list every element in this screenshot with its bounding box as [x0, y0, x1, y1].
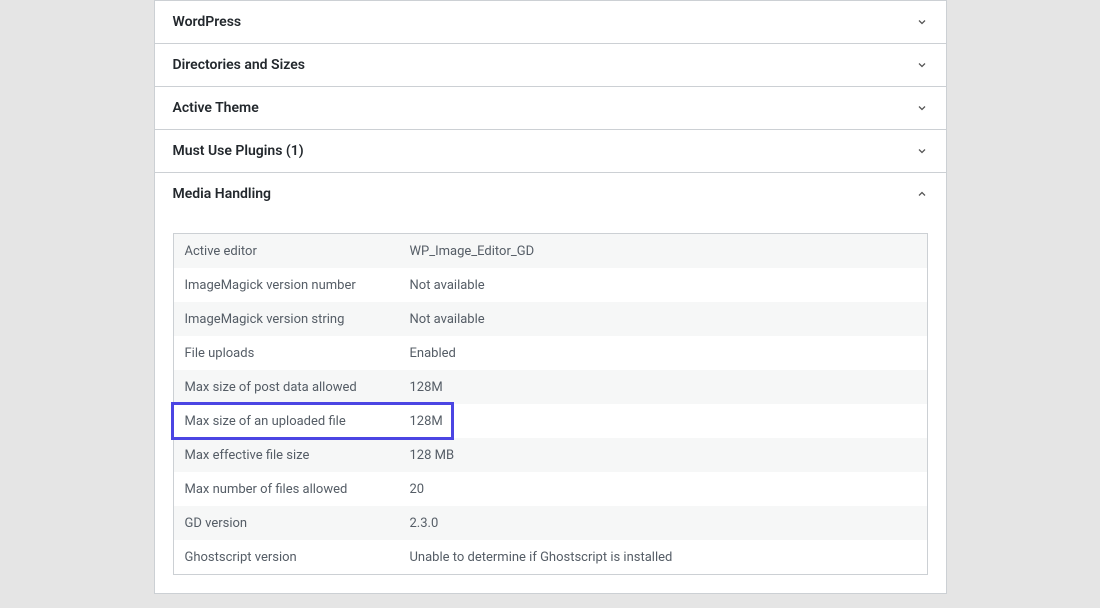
row-value: Not available — [410, 278, 916, 293]
table-row: Max effective file size 128 MB — [174, 438, 927, 472]
panel-header-wordpress[interactable]: WordPress — [155, 1, 946, 43]
row-value: 20 — [410, 482, 916, 497]
row-label: ImageMagick version string — [185, 312, 410, 327]
chevron-down-icon — [916, 59, 928, 71]
chevron-down-icon — [916, 16, 928, 28]
row-value: Enabled — [410, 346, 916, 361]
row-value: 128M — [410, 380, 916, 395]
panel-directories: Directories and Sizes — [155, 44, 946, 87]
panel-title: Media Handling — [173, 186, 272, 202]
table-row: Max number of files allowed 20 — [174, 472, 927, 506]
site-health-info: WordPress Directories and Sizes Active T… — [154, 0, 947, 594]
table-row: ImageMagick version number Not available — [174, 268, 927, 302]
row-label: ImageMagick version number — [185, 278, 410, 293]
row-label: Max size of post data allowed — [185, 380, 410, 395]
panel-header-media-handling[interactable]: Media Handling — [155, 173, 946, 215]
row-label: Max effective file size — [185, 448, 410, 463]
row-label: Active editor — [185, 244, 410, 259]
row-label: Max size of an uploaded file — [185, 414, 410, 429]
panel-title: Active Theme — [173, 100, 259, 116]
table-row: Max size of post data allowed 128M — [174, 370, 927, 404]
table-row-highlighted: Max size of an uploaded file 128M — [174, 404, 927, 438]
table-row: GD version 2.3.0 — [174, 506, 927, 540]
panel-media-handling: Media Handling Active editor WP_Image_Ed… — [155, 173, 946, 594]
panel-title: WordPress — [173, 14, 242, 30]
row-label: Ghostscript version — [185, 550, 410, 565]
row-value: 128M — [410, 414, 916, 429]
info-table: Active editor WP_Image_Editor_GD ImageMa… — [173, 233, 928, 575]
table-row: ImageMagick version string Not available — [174, 302, 927, 336]
panel-header-must-use-plugins[interactable]: Must Use Plugins (1) — [155, 130, 946, 172]
panel-header-directories[interactable]: Directories and Sizes — [155, 44, 946, 86]
chevron-down-icon — [916, 102, 928, 114]
table-row: File uploads Enabled — [174, 336, 927, 370]
panel-body-media-handling: Active editor WP_Image_Editor_GD ImageMa… — [155, 215, 946, 593]
row-label: Max number of files allowed — [185, 482, 410, 497]
panel-must-use-plugins: Must Use Plugins (1) — [155, 130, 946, 173]
table-row: Active editor WP_Image_Editor_GD — [174, 234, 927, 268]
row-value: Unable to determine if Ghostscript is in… — [410, 550, 916, 565]
panel-header-active-theme[interactable]: Active Theme — [155, 87, 946, 129]
chevron-down-icon — [916, 145, 928, 157]
panel-active-theme: Active Theme — [155, 87, 946, 130]
panel-wordpress: WordPress — [155, 0, 946, 44]
panel-title: Must Use Plugins (1) — [173, 143, 304, 159]
chevron-up-icon — [916, 188, 928, 200]
row-value: 2.3.0 — [410, 516, 916, 531]
row-label: GD version — [185, 516, 410, 531]
row-value: WP_Image_Editor_GD — [410, 244, 916, 259]
row-value: Not available — [410, 312, 916, 327]
panel-title: Directories and Sizes — [173, 57, 305, 73]
table-row: Ghostscript version Unable to determine … — [174, 540, 927, 574]
row-label: File uploads — [185, 346, 410, 361]
row-value: 128 MB — [410, 448, 916, 463]
